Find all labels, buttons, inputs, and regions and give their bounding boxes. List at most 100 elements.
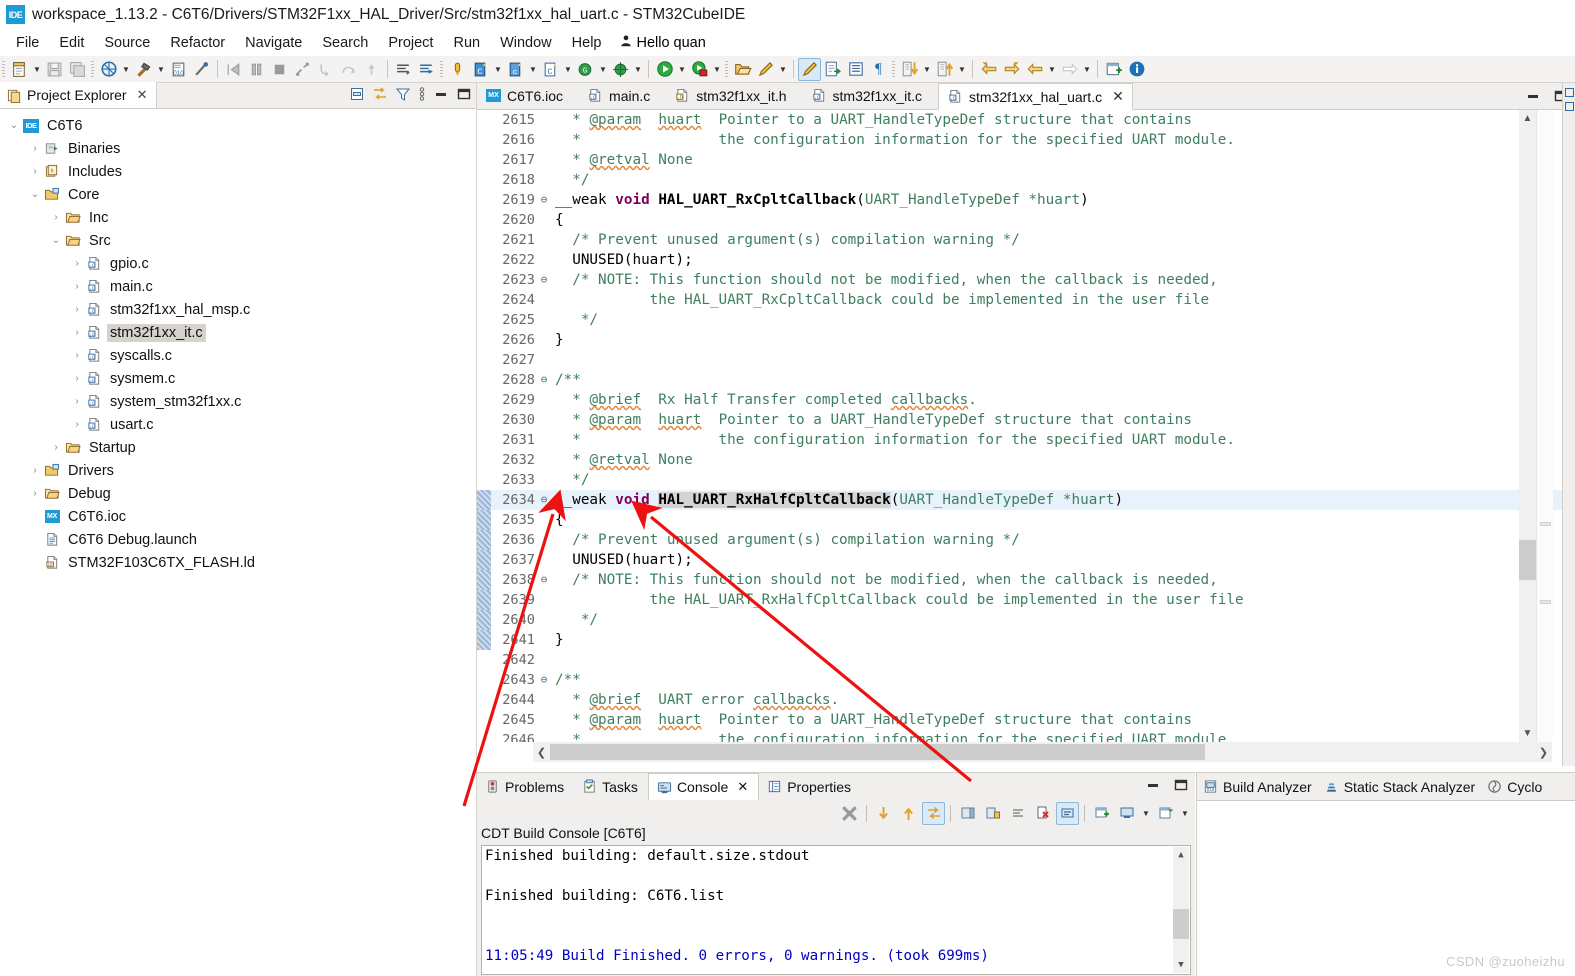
editor-overview-ruler[interactable] xyxy=(1536,110,1553,742)
debug-icon[interactable] xyxy=(97,58,120,81)
fold-toggle-icon[interactable]: ⊖ xyxy=(537,490,551,510)
build-hammer-icon[interactable] xyxy=(132,58,155,81)
menu-item-help[interactable]: Help xyxy=(562,33,612,53)
fold-toggle-icon[interactable]: ⊖ xyxy=(537,270,551,290)
code-line-2632[interactable]: 2632 * @retval None xyxy=(477,450,1575,470)
code-line-2620[interactable]: 2620 { xyxy=(477,210,1575,230)
tree-twisty-icon[interactable]: ⌄ xyxy=(6,118,22,134)
overview-mark[interactable] xyxy=(1540,600,1551,604)
tree-twisty-icon[interactable]: ⌄ xyxy=(27,187,43,203)
code-line-2626[interactable]: 2626} xyxy=(477,330,1575,350)
fold-toggle-icon[interactable]: ⊖ xyxy=(537,670,551,690)
tree-item-stm32f1xx-hal-msp-c[interactable]: › .c stm32f1xx_hal_msp.c xyxy=(0,298,476,321)
save-all-icon[interactable] xyxy=(66,58,89,81)
tree-twisty-icon[interactable]: › xyxy=(27,486,43,502)
scroll-up-arrow-icon[interactable]: ▲ xyxy=(1173,847,1189,863)
previous-annotation-icon[interactable] xyxy=(415,58,438,81)
dropdown-arrow-icon[interactable]: ▼ xyxy=(120,58,132,80)
code-line-2618[interactable]: 2618 */ xyxy=(477,170,1575,190)
clean-icon[interactable] xyxy=(190,58,213,81)
filter-icon[interactable] xyxy=(395,86,411,102)
step-return-icon[interactable] xyxy=(360,58,383,81)
editor-tab-stm32f1xx-hal-uart-c[interactable]: .c stm32f1xx_hal_uart.c ✕ xyxy=(938,83,1133,110)
console-tab-problems[interactable]: Problems xyxy=(477,773,574,800)
dropdown-arrow-icon[interactable]: ▼ xyxy=(777,58,789,80)
dropdown-arrow-icon[interactable]: ▼ xyxy=(676,58,688,80)
scrollbar-thumb[interactable] xyxy=(1173,909,1189,939)
close-icon[interactable]: ✕ xyxy=(1112,88,1124,105)
overview-mark[interactable] xyxy=(1540,522,1551,526)
clear-console-icon[interactable] xyxy=(838,802,861,825)
maximize-icon[interactable] xyxy=(456,86,472,102)
resume-icon[interactable] xyxy=(222,58,245,81)
new-window-icon[interactable] xyxy=(1102,58,1125,81)
editor-horizontal-scrollbar[interactable]: ❮ ❯ xyxy=(533,742,1552,762)
tab-project-explorer[interactable]: Project Explorer ✕ xyxy=(0,82,157,108)
restore-view-icon-2[interactable] xyxy=(1564,102,1574,111)
tree-item-usart-c[interactable]: › .c usart.c xyxy=(0,413,476,436)
tree-twisty-icon[interactable]: ⌄ xyxy=(48,233,64,249)
tree-item-includes[interactable]: › h Includes xyxy=(0,160,476,183)
dropdown-arrow-icon[interactable]: ▼ xyxy=(155,58,167,80)
editor-tab-stm32f1xx-it-c[interactable]: .c stm32f1xx_it.c xyxy=(803,82,938,109)
console-tab-console[interactable]: Console ✕ xyxy=(647,773,760,800)
dropdown-arrow-icon[interactable]: ▼ xyxy=(31,58,43,80)
code-line-2621[interactable]: 2621 /* Prevent unused argument(s) compi… xyxy=(477,230,1575,250)
analyzer-tab-build-analyzer[interactable]: 010 Build Analyzer xyxy=(1197,773,1318,800)
tree-item-debug[interactable]: › Debug xyxy=(0,482,476,505)
tree-item-stm32f1xx-it-c[interactable]: › .c stm32f1xx_it.c xyxy=(0,321,476,344)
tree-twisty-icon[interactable]: › xyxy=(27,463,43,479)
code-line-2637[interactable]: 2637 UNUSED(huart); xyxy=(477,550,1575,570)
tree-item-sysmem-c[interactable]: › .c sysmem.c xyxy=(0,367,476,390)
code-line-2640[interactable]: 2640 */ xyxy=(477,610,1575,630)
code-line-2617[interactable]: 2617 * @retval None xyxy=(477,150,1575,170)
code-line-2629[interactable]: 2629 * @brief Rx Half Transfer completed… xyxy=(477,390,1575,410)
code-line-2619[interactable]: 2619 ⊖ __weak void HAL_UART_RxCpltCallback… xyxy=(477,190,1575,210)
tree-item-startup[interactable]: › Startup xyxy=(0,436,476,459)
next-annotation-icon[interactable] xyxy=(392,58,415,81)
code-line-2623[interactable]: 2623 ⊖ /* NOTE: This function should not … xyxy=(477,270,1575,290)
tree-twisty-icon[interactable]: › xyxy=(69,417,85,433)
console-tab-tasks[interactable]: Tasks xyxy=(574,773,648,800)
code-line-2638[interactable]: 2638 ⊖ /* NOTE: This function should not … xyxy=(477,570,1575,590)
save-icon[interactable] xyxy=(43,58,66,81)
run-debug-icon[interactable] xyxy=(688,58,711,81)
dropdown-arrow-icon[interactable]: ▼ xyxy=(1081,58,1093,80)
code-line-2625[interactable]: 2625 */ xyxy=(477,310,1575,330)
device-config-icon[interactable] xyxy=(446,58,469,81)
dropdown-arrow-icon-2[interactable]: ▼ xyxy=(1179,802,1191,824)
code-line-2639[interactable]: 2639 the HAL_UART_RxHalfCpltCallback cou… xyxy=(477,590,1575,610)
show-console-icon[interactable] xyxy=(956,802,979,825)
dropdown-arrow-icon[interactable]: ▼ xyxy=(527,58,539,80)
display-selected-console-icon[interactable] xyxy=(1056,801,1079,825)
export-icon[interactable] xyxy=(821,58,844,81)
tree-twisty-icon[interactable]: › xyxy=(27,164,43,180)
scrollbar-thumb[interactable] xyxy=(1519,540,1536,580)
code-line-2630[interactable]: 2630 * @param huart Pointer to a UART_Ha… xyxy=(477,410,1575,430)
back-arrow-icon[interactable] xyxy=(1023,58,1046,81)
pencil-icon[interactable] xyxy=(754,58,777,81)
tree-item-system-stm32f1xx-c[interactable]: › .c system_stm32f1xx.c xyxy=(0,390,476,413)
tree-item-core[interactable]: ⌄ Core xyxy=(0,183,476,206)
code-lines[interactable]: 2615 * @param huart Pointer to a UART_Ha… xyxy=(477,110,1575,742)
scroll-right-arrow-icon[interactable]: ❯ xyxy=(1535,746,1552,759)
menu-item-file[interactable]: File xyxy=(6,33,49,53)
scroll-left-arrow-icon[interactable]: ❮ xyxy=(533,746,550,759)
restore-view-icon[interactable] xyxy=(1564,88,1574,97)
scroll-lock-down-icon[interactable] xyxy=(872,802,895,825)
hscrollbar-thumb[interactable] xyxy=(550,744,1205,760)
menu-item-window[interactable]: Window xyxy=(490,33,562,53)
tree-twisty-icon[interactable]: › xyxy=(69,256,85,272)
project-tree[interactable]: ⌄ IDE C6T6 › 10 Binaries › h Includes ⌄ Core › Inc ⌄ S… xyxy=(0,109,476,574)
dropdown-arrow-icon[interactable]: ▼ xyxy=(562,58,574,80)
link-with-editor-icon[interactable] xyxy=(372,86,388,102)
tree-item-inc[interactable]: › Inc xyxy=(0,206,476,229)
editor-tab-c6t6-ioc[interactable]: MX C6T6.ioc xyxy=(477,82,579,109)
menu-item-project[interactable]: Project xyxy=(378,33,443,53)
menu-item-search[interactable]: Search xyxy=(312,33,378,53)
view-menu-icon[interactable] xyxy=(418,86,426,102)
binary-icon[interactable]: 010 xyxy=(167,58,190,81)
editor-vertical-scrollbar[interactable]: ▲ ▼ xyxy=(1519,110,1536,742)
tree-item-drivers[interactable]: › Drivers xyxy=(0,459,476,482)
dropdown-arrow-icon[interactable]: ▼ xyxy=(921,58,933,80)
